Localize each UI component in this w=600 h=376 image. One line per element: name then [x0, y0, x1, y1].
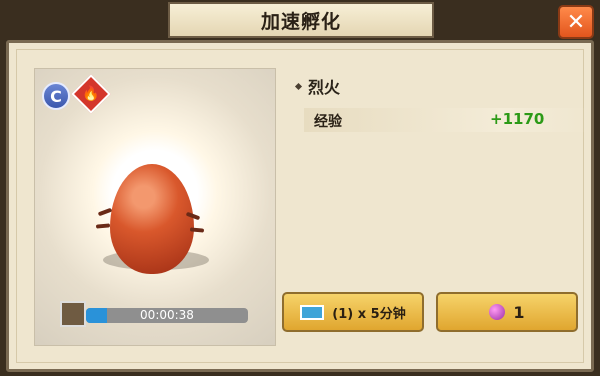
gem-cost: 1	[513, 302, 525, 322]
time-remaining: 00:00:38	[140, 308, 194, 322]
rank-badge: C	[42, 82, 70, 110]
title-bar: 加速孵化	[168, 2, 434, 38]
speedup-ticket-button[interactable]: (1) x 5分钟	[282, 292, 424, 332]
fire-symbol: 🔥	[82, 86, 100, 102]
close-button[interactable]: ✕	[558, 5, 594, 39]
gem-icon	[489, 304, 506, 320]
exp-row: 经验 +1170	[304, 108, 590, 132]
hatch-timer-icon	[60, 301, 86, 327]
rank-letter: C	[50, 86, 62, 106]
exp-value: +1170	[490, 110, 545, 128]
speedup-gem-button[interactable]: 1	[436, 292, 578, 332]
ticket-label: (1) x 5分钟	[332, 306, 406, 322]
hatch-progress: 00:00:38	[60, 301, 248, 327]
exp-label: 经验	[314, 114, 342, 130]
dialog-title: 加速孵化	[260, 10, 341, 33]
ticket-icon	[300, 304, 325, 320]
close-icon: ✕	[566, 9, 586, 35]
pet-name: 烈火	[308, 78, 341, 97]
